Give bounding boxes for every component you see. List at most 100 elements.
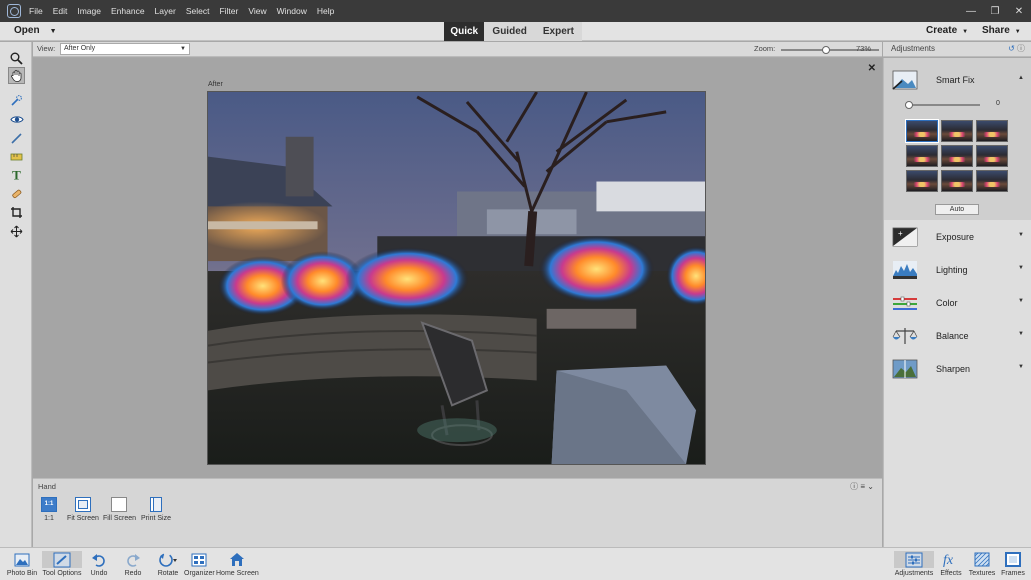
organizer-button[interactable]: Organizer	[184, 551, 215, 577]
fill-screen-icon	[111, 497, 127, 512]
maximize-icon[interactable]: ❐	[983, 6, 1007, 17]
rotate-button[interactable]: Rotate	[154, 551, 182, 577]
organizer-icon	[184, 551, 214, 568]
menu-help[interactable]: Help	[317, 6, 334, 16]
crop-tool-icon[interactable]	[8, 204, 25, 221]
adjustment-balance[interactable]: Balance ▼	[884, 322, 1031, 350]
close-icon[interactable]: ✕	[868, 63, 876, 74]
image-canvas[interactable]: ✕ After	[33, 58, 882, 478]
menu-icon[interactable]: ≡	[860, 482, 865, 491]
print-size-button[interactable]: Print Size	[138, 497, 174, 522]
zoom-slider-thumb[interactable]	[822, 46, 830, 54]
red-eye-icon[interactable]	[8, 111, 25, 128]
hand-tool-icon[interactable]	[8, 67, 25, 84]
preview-thumbnail[interactable]	[905, 119, 939, 143]
photo-image[interactable]	[207, 91, 706, 465]
whiten-teeth-icon[interactable]	[8, 130, 25, 147]
option-label: Fill Screen	[103, 515, 137, 522]
smart-fix-slider-thumb[interactable]	[905, 101, 913, 109]
chevron-down-icon: ▼	[1018, 232, 1024, 238]
adjustment-color[interactable]: Color ▼	[884, 289, 1031, 317]
smart-fix-header[interactable]: Smart Fix ▲	[884, 66, 1031, 94]
adjustments-icon	[894, 551, 934, 568]
undo-button[interactable]: Undo	[88, 551, 110, 577]
mode-tabs: Quick Guided Expert	[444, 22, 582, 41]
straighten-icon[interactable]	[8, 148, 25, 165]
smart-fix-preview-grid	[905, 119, 1008, 194]
tab-guided[interactable]: Guided	[484, 22, 534, 41]
tool-options-title: Hand	[38, 482, 56, 491]
chevron-down-icon: ▼	[1018, 298, 1024, 304]
zoom-label: Zoom:	[754, 44, 776, 53]
preview-thumbnail[interactable]	[941, 145, 973, 167]
adjustments-button[interactable]: Adjustments	[894, 551, 934, 577]
svg-text:fx: fx	[943, 553, 954, 567]
home-icon	[216, 551, 258, 568]
adjustment-exposure[interactable]: + Exposure ▼	[884, 223, 1031, 251]
menu-edit[interactable]: Edit	[53, 6, 68, 16]
preview-thumbnail[interactable]	[976, 170, 1008, 192]
menu-image[interactable]: Image	[77, 6, 101, 16]
fit-screen-button[interactable]: Fit Screen	[67, 497, 99, 522]
home-screen-button[interactable]: Home Screen	[216, 551, 259, 577]
minimize-icon[interactable]: —	[959, 6, 983, 17]
organizer-label: Organizer	[184, 570, 215, 577]
bottom-bar: Photo Bin Tool Options Undo Redo Rotate …	[0, 547, 1031, 580]
close-window-icon[interactable]: ✕	[1007, 6, 1031, 17]
type-tool-icon[interactable]: T	[8, 166, 25, 183]
tab-expert[interactable]: Expert	[535, 22, 582, 41]
share-button[interactable]: Share ▼	[982, 25, 1021, 36]
photo-bin-button[interactable]: Photo Bin	[6, 551, 38, 577]
open-button[interactable]: Open ▼	[14, 25, 57, 36]
chevron-down-icon[interactable]: ⌄	[867, 482, 874, 491]
chevron-down-icon: ▼	[1018, 331, 1024, 337]
adjustment-sharpen[interactable]: Sharpen ▼	[884, 355, 1031, 383]
smart-fix-section: Smart Fix ▲ 0 Auto	[884, 58, 1031, 220]
textures-button[interactable]: Textures	[967, 551, 997, 577]
help-icon[interactable]: ⓘ	[1017, 44, 1025, 53]
tool-options-controls: ⓘ ≡ ⌄	[850, 481, 874, 492]
preview-thumbnail[interactable]	[906, 170, 938, 192]
frames-button[interactable]: Frames	[1000, 551, 1026, 577]
toolbox: T	[0, 42, 32, 547]
one-to-one-button[interactable]: 1:1 1:1	[39, 497, 59, 522]
photo-bin-icon	[6, 551, 38, 568]
move-tool-icon[interactable]	[8, 223, 25, 240]
preview-thumbnail[interactable]	[976, 120, 1008, 142]
tab-quick[interactable]: Quick	[444, 22, 485, 41]
effects-button[interactable]: fx Effects	[938, 551, 964, 577]
help-icon[interactable]: ⓘ	[850, 482, 858, 491]
fill-screen-button[interactable]: Fill Screen	[103, 497, 137, 522]
view-select-value: After Only	[64, 45, 96, 52]
chevron-up-icon: ▲	[1018, 75, 1024, 81]
redo-button[interactable]: Redo	[122, 551, 144, 577]
quick-selection-icon[interactable]	[8, 92, 25, 109]
print-size-icon	[150, 497, 162, 512]
preview-thumbnail[interactable]	[941, 170, 973, 192]
menu-file[interactable]: File	[29, 6, 43, 16]
auto-button[interactable]: Auto	[935, 204, 979, 215]
menu-window[interactable]: Window	[277, 6, 307, 16]
spot-healing-icon[interactable]	[8, 185, 25, 202]
menu-filter[interactable]: Filter	[219, 6, 238, 16]
menu-layer[interactable]: Layer	[155, 6, 176, 16]
menu-enhance[interactable]: Enhance	[111, 6, 145, 16]
smart-fix-value: 0	[996, 100, 1000, 107]
create-button[interactable]: Create ▼	[926, 25, 968, 36]
zoom-tool-icon[interactable]	[8, 50, 25, 67]
svg-text:T: T	[12, 168, 21, 181]
preview-thumbnail[interactable]	[976, 145, 1008, 167]
view-select[interactable]: After Only ▼	[60, 43, 190, 55]
adjustment-lighting[interactable]: Lighting ▼	[884, 256, 1031, 284]
smart-fix-label: Smart Fix	[936, 75, 975, 85]
reset-icon[interactable]: ↺	[1008, 44, 1015, 53]
color-icon	[893, 296, 917, 310]
adjustments-panel-header: Adjustments ↺ ⓘ	[883, 42, 1031, 57]
menu-select[interactable]: Select	[186, 6, 210, 16]
preview-thumbnail[interactable]	[906, 145, 938, 167]
smart-fix-slider[interactable]	[905, 101, 980, 109]
preview-thumbnail[interactable]	[941, 120, 973, 142]
adjustments-label: Adjustments	[894, 570, 934, 577]
menu-view[interactable]: View	[248, 6, 266, 16]
tool-options-button[interactable]: Tool Options	[42, 551, 82, 577]
